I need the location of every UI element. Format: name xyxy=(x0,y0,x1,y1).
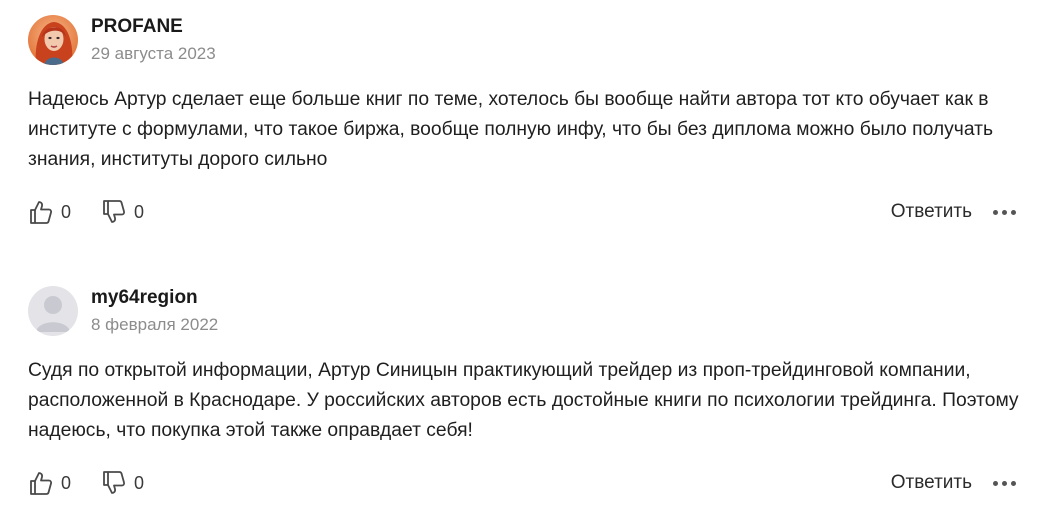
comment-header: PROFANE 29 августа 2023 xyxy=(28,14,1028,66)
user-photo-icon xyxy=(28,15,78,65)
thumb-up-icon xyxy=(30,201,53,224)
dislike-button[interactable]: 0 xyxy=(101,470,144,496)
comment-text: Судя по открытой информации, Артур Синиц… xyxy=(28,360,1019,441)
reply-button[interactable]: Ответить xyxy=(891,472,972,494)
like-button[interactable]: 0 xyxy=(28,199,71,225)
comment-item: PROFANE 29 августа 2023 Надеюсь Артур сд… xyxy=(28,14,1028,227)
dot xyxy=(1002,209,1007,215)
comment-date: 29 августа 2023 xyxy=(91,43,216,63)
dot xyxy=(993,209,998,215)
dislike-count: 0 xyxy=(134,201,145,222)
thumb-down-icon xyxy=(103,200,126,223)
more-dots-icon[interactable] xyxy=(993,480,1016,486)
comment-text: Надеюсь Артур сделает еще больше книг по… xyxy=(28,89,993,170)
thumb-up-icon xyxy=(30,472,53,495)
comment-item: my64region 8 февраля 2022 Судя по открыт… xyxy=(28,285,1028,498)
dot xyxy=(1002,480,1007,486)
thumb-down-icon xyxy=(103,471,126,494)
author-name[interactable]: my64region xyxy=(91,286,218,310)
like-count: 0 xyxy=(61,201,72,222)
comment-actions: 0 0 Ответить xyxy=(28,468,1028,498)
avatar[interactable] xyxy=(28,15,78,65)
dislike-button[interactable]: 0 xyxy=(101,199,144,225)
dot xyxy=(993,480,998,486)
comment-header: my64region 8 февраля 2022 xyxy=(28,285,1028,337)
avatar[interactable] xyxy=(28,286,78,336)
comment-date: 8 февраля 2022 xyxy=(91,314,219,334)
dot xyxy=(1011,209,1016,215)
like-count: 0 xyxy=(61,472,72,493)
comment-meta: my64region 8 февраля 2022 xyxy=(91,286,218,337)
dot xyxy=(1011,480,1016,486)
reply-button[interactable]: Ответить xyxy=(891,201,972,223)
default-avatar-icon xyxy=(28,286,78,336)
author-name[interactable]: PROFANE xyxy=(91,15,216,39)
comment-meta: PROFANE 29 августа 2023 xyxy=(91,15,216,66)
comment-actions: 0 0 Ответить xyxy=(28,197,1028,227)
more-dots-icon[interactable] xyxy=(993,209,1016,215)
like-button[interactable]: 0 xyxy=(28,470,71,496)
dislike-count: 0 xyxy=(134,472,145,493)
